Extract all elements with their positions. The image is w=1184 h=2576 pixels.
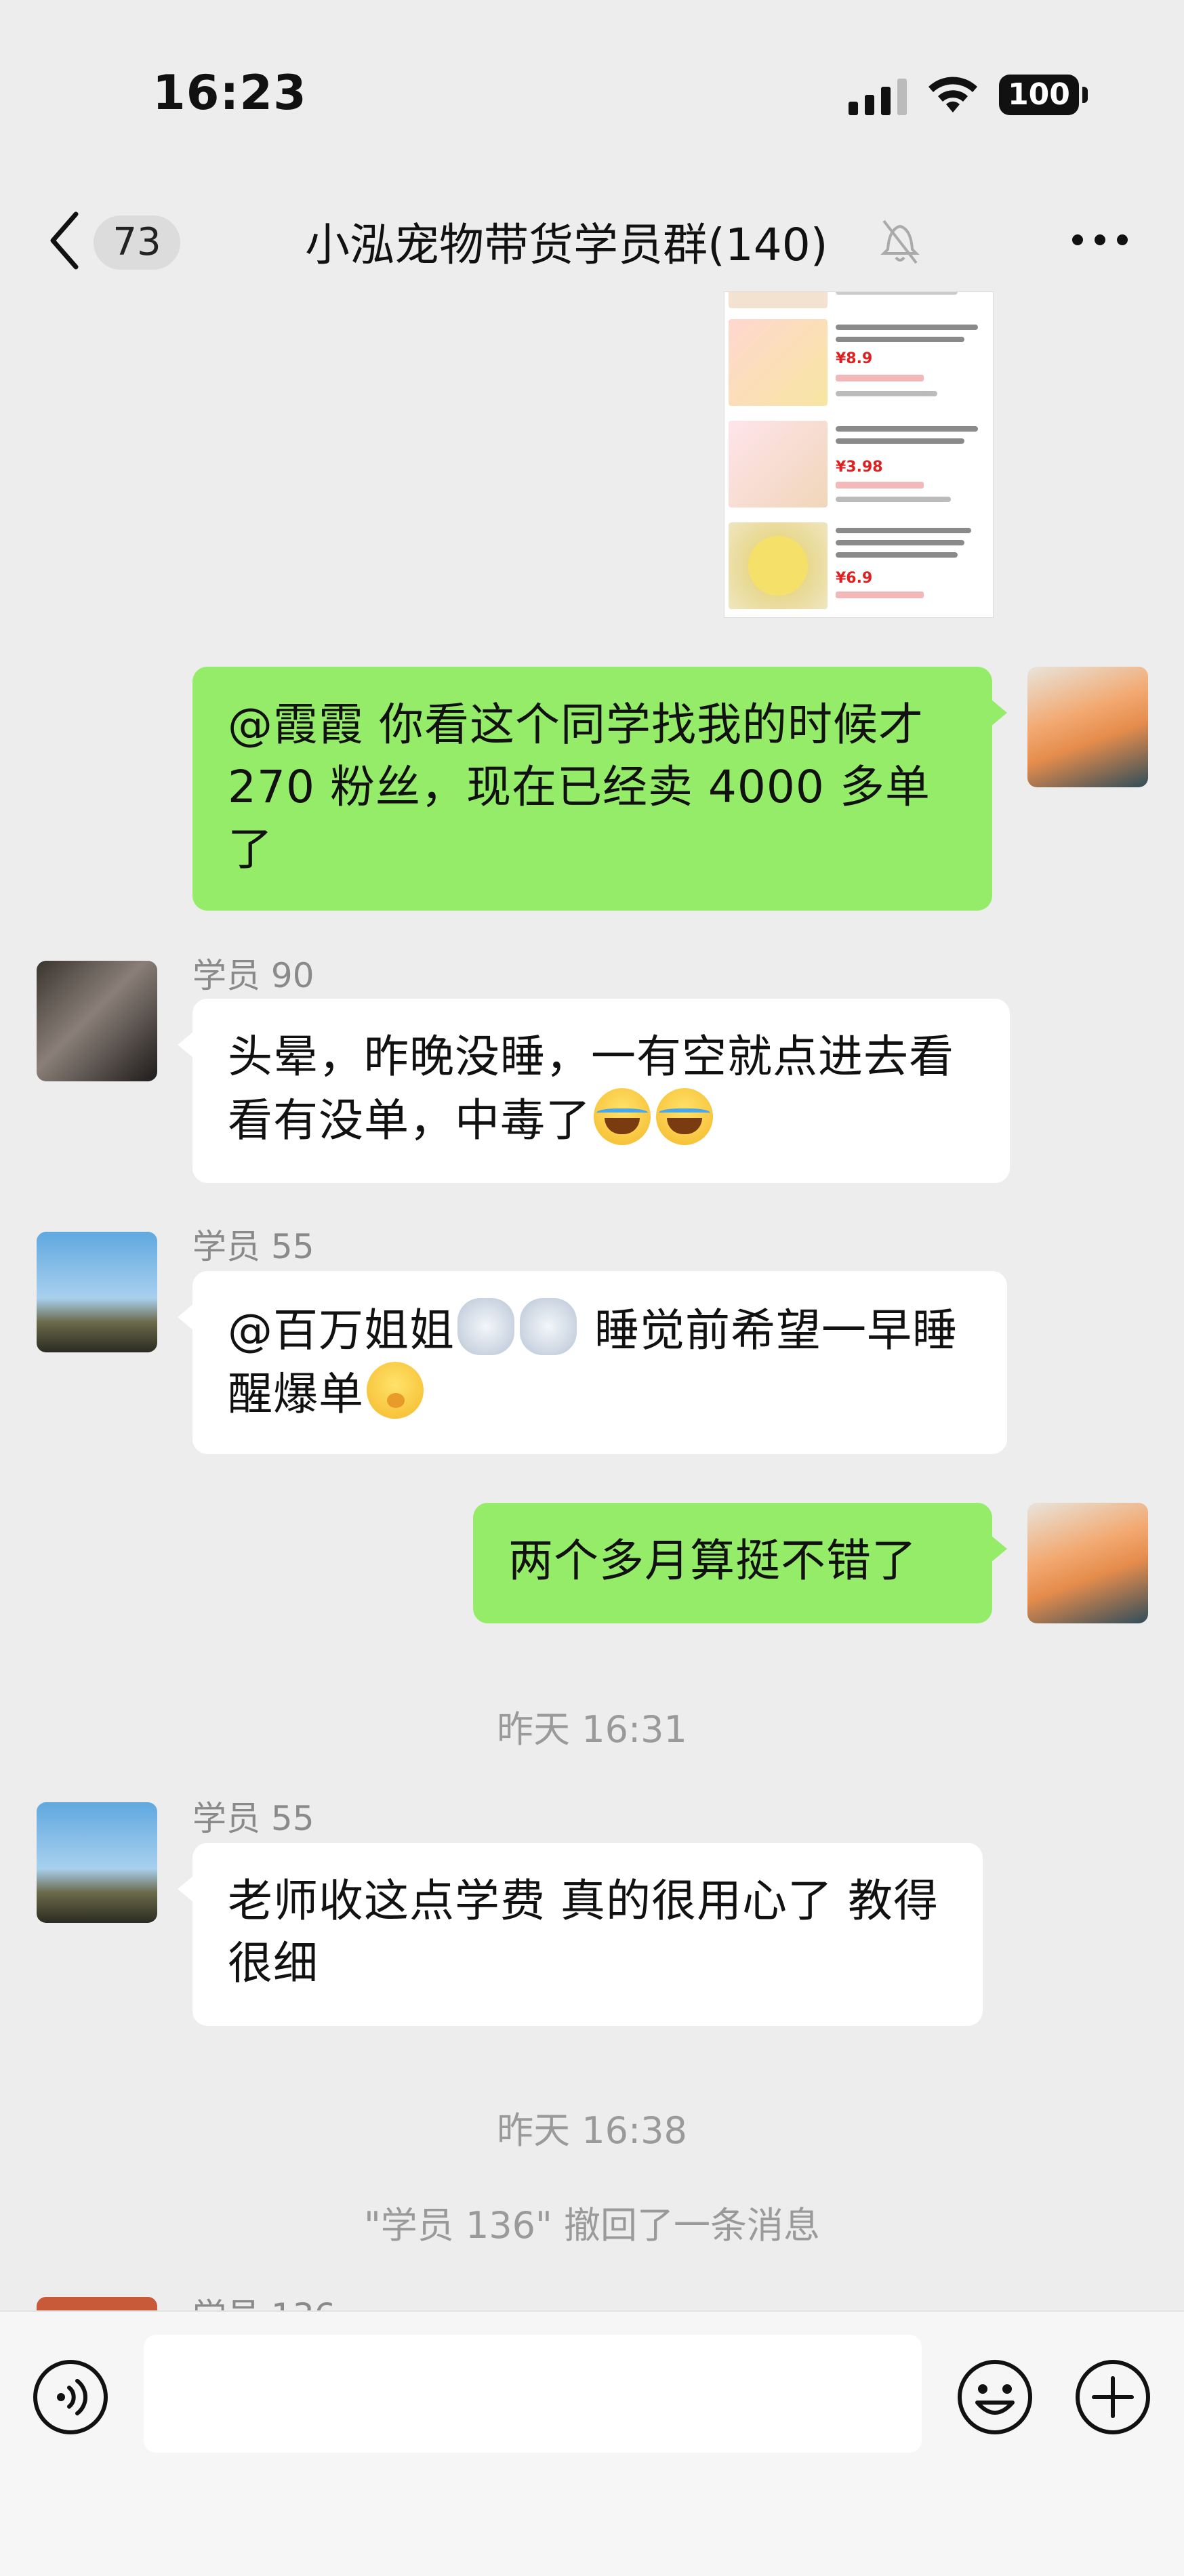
- product-text: [836, 528, 971, 533]
- product-thumbnail: [729, 319, 828, 406]
- chevron-left-icon[interactable]: [47, 210, 81, 271]
- product-price: ¥6.9: [836, 570, 873, 587]
- product-price: ¥8.9: [836, 350, 873, 367]
- sender-name: 学员 90: [192, 956, 314, 995]
- timestamp: 昨天 16:38: [497, 2109, 687, 2152]
- avatar-student-55[interactable]: [37, 1802, 157, 1923]
- status-time: 16:23: [152, 65, 307, 121]
- product-row: ¥6.9: [724, 516, 993, 617]
- product-text: [836, 540, 964, 545]
- message-text: 老师收这点学费 真的很用心了 教得很细: [228, 1875, 939, 1989]
- product-tag: [836, 482, 924, 489]
- message-text: @百万姐姐: [228, 1304, 455, 1356]
- product-tag: [836, 375, 924, 381]
- avatar-student-55[interactable]: [37, 1232, 157, 1352]
- chat-header: 73 小泓宠物带货学员群(140): [0, 183, 1184, 298]
- product-text: [836, 292, 958, 295]
- product-thumbnail: [729, 421, 828, 507]
- avatar-student-136[interactable]: [37, 2297, 157, 2310]
- product-text: [836, 497, 951, 502]
- laughing-tears-emoji-icon: [656, 1088, 713, 1145]
- unread-count-badge[interactable]: 73: [94, 215, 180, 270]
- product-text: [836, 438, 964, 444]
- more-dots-icon[interactable]: [1069, 226, 1130, 253]
- message-bubble-incoming[interactable]: 头晕，昨晚没睡，一有空就点进去看看有没单，中毒了: [178, 999, 1010, 1183]
- laughing-tears-emoji-icon: [594, 1088, 651, 1145]
- sender-name: 学员 55: [192, 1227, 314, 1266]
- wifi-icon: [928, 77, 977, 112]
- message-bubble-outgoing[interactable]: 两个多月算挺不错了: [473, 1503, 1007, 1623]
- product-text: [836, 426, 978, 432]
- bell-muted-icon: [880, 220, 920, 264]
- sender-name: 学员 136: [192, 2289, 335, 2310]
- product-text: [836, 391, 937, 396]
- product-row: ¥3.98: [724, 414, 993, 516]
- dash-puff-emoji-icon: [520, 1298, 577, 1355]
- message-text: 两个多月算挺不错了: [508, 1535, 917, 1587]
- avatar-self[interactable]: [1027, 667, 1148, 787]
- product-price: ¥3.98: [836, 459, 883, 476]
- avatar-self[interactable]: [1027, 1503, 1148, 1623]
- battery-cap: [1082, 87, 1088, 103]
- shared-image[interactable]: ¥8.9 ¥3.98 ¥6.9: [724, 291, 994, 618]
- message-bubble-incoming[interactable]: @百万姐姐 睡觉前希望一早睡醒爆单: [178, 1271, 1007, 1454]
- status-bar: 16:23 100: [0, 0, 1184, 183]
- product-thumbnail: [729, 292, 828, 308]
- timestamp: 昨天 16:31: [497, 1708, 687, 1751]
- chat-title: 小泓宠物带货学员群(140): [305, 219, 828, 271]
- voice-icon[interactable]: [31, 2358, 110, 2436]
- dash-puff-emoji-icon: [457, 1298, 514, 1355]
- product-text: [836, 337, 964, 342]
- recall-notice: "学员 136" 撤回了一条消息: [363, 2204, 821, 2247]
- battery-indicator: 100: [999, 75, 1079, 115]
- sender-name: 学员 55: [192, 1799, 314, 1838]
- signal-icon: [849, 79, 907, 115]
- plus-icon[interactable]: [1074, 2358, 1152, 2436]
- message-input[interactable]: [144, 2335, 922, 2453]
- product-thumbnail: [729, 522, 828, 609]
- input-bar: [0, 2310, 1184, 2576]
- message-text: 头晕，昨晚没睡，一有空就点进去看看有没单，中毒了: [228, 1031, 954, 1146]
- message-bubble-outgoing[interactable]: @霞霞 你看这个同学找我的时候才 270 粉丝，现在已经卖 4000 多单了: [192, 667, 1007, 911]
- smiley-icon[interactable]: [956, 2358, 1034, 2436]
- product-tag: [836, 591, 924, 598]
- message-bubble-incoming[interactable]: 老师收这点学费 真的很用心了 教得很细: [178, 1843, 983, 2026]
- yawning-face-emoji-icon: [367, 1362, 424, 1419]
- product-text: [836, 552, 958, 558]
- message-text: @霞霞 你看这个同学找我的时候才 270 粉丝，现在已经卖 4000 多单了: [228, 699, 931, 875]
- avatar-student-90[interactable]: [37, 961, 157, 1081]
- product-text: [836, 325, 978, 330]
- product-row: ¥8.9: [724, 312, 993, 414]
